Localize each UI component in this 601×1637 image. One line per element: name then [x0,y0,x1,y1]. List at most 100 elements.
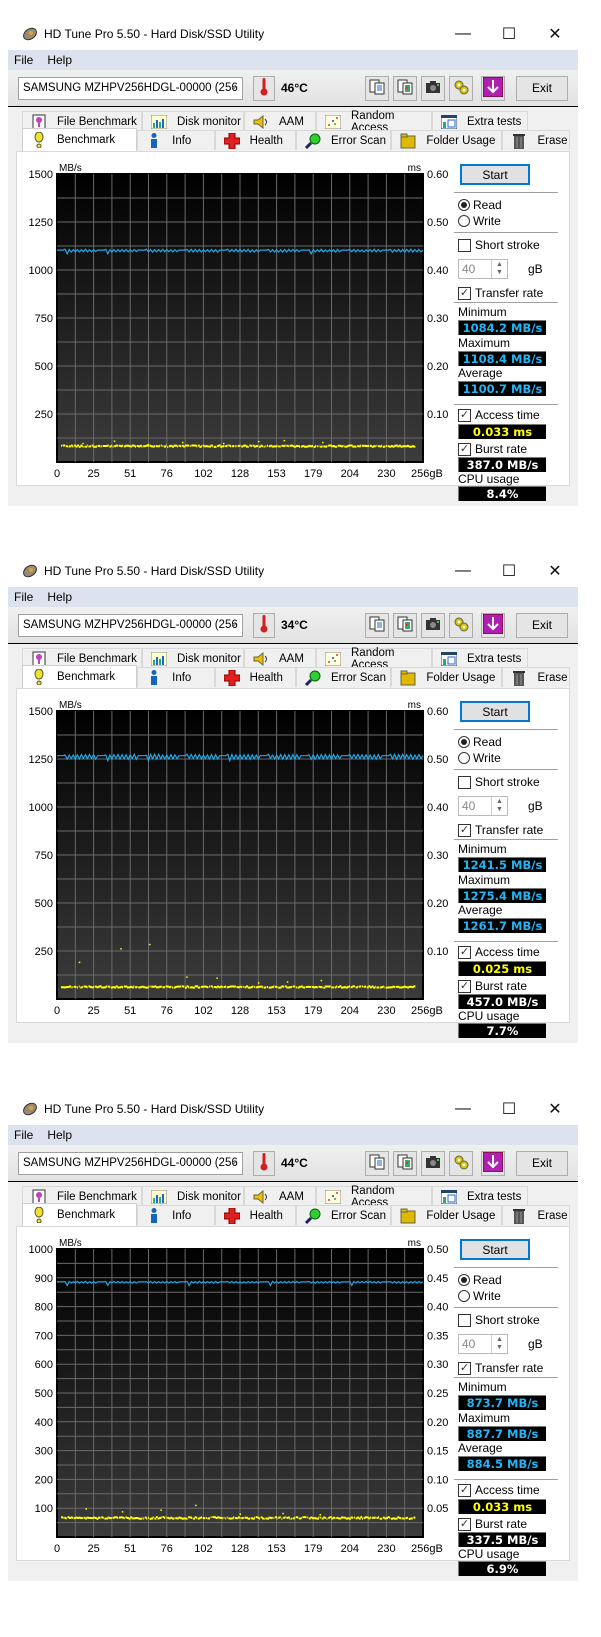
tab-aam[interactable]: AAM [244,1186,316,1206]
tab-benchmark[interactable]: Benchmark [22,665,138,688]
spin-down-icon[interactable]: ▼ [496,269,503,277]
tab-extra-tests[interactable]: Extra tests [432,648,528,668]
tab-info[interactable]: Info [137,130,215,150]
menu-help[interactable]: Help [47,53,72,67]
drive-select[interactable]: SAMSUNG MZHPV256HDGL-00000 (256 ⌄ [18,1151,243,1175]
minimize-button[interactable]: — [440,18,486,50]
start-button[interactable]: Start [460,1239,530,1260]
drive-select[interactable]: SAMSUNG MZHPV256HDGL-00000 (256 ⌄ [18,613,243,637]
copy-text-button[interactable] [365,612,389,638]
exit-button[interactable]: Exit [516,1150,568,1176]
write-radio[interactable]: Write [458,214,501,228]
burst-rate-checkbox[interactable]: ✓ Burst rate [458,979,527,993]
save-download-button[interactable] [481,1150,505,1176]
copy-image-button[interactable] [393,1150,417,1176]
screenshot-camera-button[interactable] [421,1150,445,1176]
exit-button[interactable]: Exit [516,612,568,638]
minimize-button[interactable]: — [440,555,486,587]
temperature-button[interactable] [253,1150,275,1176]
spin-up-icon[interactable]: ▲ [496,261,503,269]
spin-up-icon[interactable]: ▲ [496,1336,503,1344]
spin-down-icon[interactable]: ▼ [496,1344,503,1352]
read-radio[interactable]: Read [458,735,502,749]
tab-folder-usage[interactable]: Folder Usage [391,130,503,150]
options-gears-button[interactable] [449,612,473,638]
close-button[interactable]: ✕ [532,18,578,50]
menu-help[interactable]: Help [47,1128,72,1142]
burst-rate-checkbox[interactable]: ✓ Burst rate [458,1517,527,1531]
tab-error-scan[interactable]: Error Scan [296,130,392,150]
screenshot-camera-button[interactable] [421,75,445,101]
tab-health[interactable]: Health [214,1205,297,1225]
copy-image-button[interactable] [393,612,417,638]
short-stroke-checkbox[interactable]: Short stroke [458,1313,540,1327]
tab-benchmark[interactable]: Benchmark [22,128,138,151]
write-radio[interactable]: Write [458,751,501,765]
temperature-button[interactable] [253,75,275,101]
menu-file[interactable]: File [14,590,33,604]
tab-error-scan[interactable]: Error Scan [296,667,392,687]
tab-erase[interactable]: Erase [502,1205,571,1225]
short-stroke-size-input[interactable]: 40 ▲ ▼ [458,259,508,279]
options-gears-button[interactable] [449,75,473,101]
tab-aam[interactable]: AAM [244,111,316,131]
minimize-button[interactable]: — [440,1093,486,1125]
copy-text-button[interactable] [365,75,389,101]
maximize-button[interactable]: ☐ [486,18,532,50]
maximize-button[interactable]: ☐ [486,1093,532,1125]
access-time-checkbox[interactable]: ✓ Access time [458,408,540,422]
tab-random-access[interactable]: Random Access [316,110,432,134]
short-stroke-checkbox[interactable]: Short stroke [458,775,540,789]
close-button[interactable]: ✕ [532,555,578,587]
tab-extra-tests[interactable]: Extra tests [432,1186,528,1206]
tab-health[interactable]: Health [214,130,297,150]
copy-text-button[interactable] [365,1150,389,1176]
transfer-rate-checkbox[interactable]: ✓ Transfer rate [458,286,543,300]
spin-arrows[interactable]: ▲ ▼ [491,797,507,815]
spin-down-icon[interactable]: ▼ [496,806,503,814]
exit-button[interactable]: Exit [516,75,568,101]
tab-disk-monitor[interactable]: Disk monitor [142,111,244,131]
read-radio[interactable]: Read [458,1273,502,1287]
tab-random-access[interactable]: Random Access [316,647,432,671]
transfer-rate-checkbox[interactable]: ✓ Transfer rate [458,1361,543,1375]
short-stroke-size-input[interactable]: 40 ▲ ▼ [458,796,508,816]
read-radio[interactable]: Read [458,198,502,212]
tab-info[interactable]: Info [137,667,215,687]
tab-folder-usage[interactable]: Folder Usage [391,667,503,687]
tab-random-access[interactable]: Random Access [316,1185,432,1209]
tab-disk-monitor[interactable]: Disk monitor [142,1186,244,1206]
short-stroke-size-input[interactable]: 40 ▲ ▼ [458,1334,508,1354]
burst-rate-checkbox[interactable]: ✓ Burst rate [458,442,527,456]
menu-help[interactable]: Help [47,590,72,604]
tab-benchmark[interactable]: Benchmark [22,1203,138,1226]
short-stroke-checkbox[interactable]: Short stroke [458,238,540,252]
tab-erase[interactable]: Erase [502,667,571,687]
tab-info[interactable]: Info [137,1205,215,1225]
save-download-button[interactable] [481,612,505,638]
temperature-button[interactable] [253,612,275,638]
tab-aam[interactable]: AAM [244,648,316,668]
drive-select[interactable]: SAMSUNG MZHPV256HDGL-00000 (256 ⌄ [18,76,243,100]
tab-error-scan[interactable]: Error Scan [296,1205,392,1225]
menu-file[interactable]: File [14,1128,33,1142]
options-gears-button[interactable] [449,1150,473,1176]
tab-folder-usage[interactable]: Folder Usage [391,1205,503,1225]
write-radio[interactable]: Write [458,1289,501,1303]
menu-file[interactable]: File [14,53,33,67]
tab-health[interactable]: Health [214,667,297,687]
save-download-button[interactable] [481,75,505,101]
spin-up-icon[interactable]: ▲ [496,798,503,806]
tab-disk-monitor[interactable]: Disk monitor [142,648,244,668]
screenshot-camera-button[interactable] [421,612,445,638]
start-button[interactable]: Start [460,701,530,722]
maximize-button[interactable]: ☐ [486,555,532,587]
spin-arrows[interactable]: ▲ ▼ [491,260,507,278]
start-button[interactable]: Start [460,164,530,185]
close-button[interactable]: ✕ [532,1093,578,1125]
spin-arrows[interactable]: ▲ ▼ [491,1335,507,1353]
transfer-rate-checkbox[interactable]: ✓ Transfer rate [458,823,543,837]
tab-erase[interactable]: Erase [502,130,571,150]
access-time-checkbox[interactable]: ✓ Access time [458,945,540,959]
access-time-checkbox[interactable]: ✓ Access time [458,1483,540,1497]
